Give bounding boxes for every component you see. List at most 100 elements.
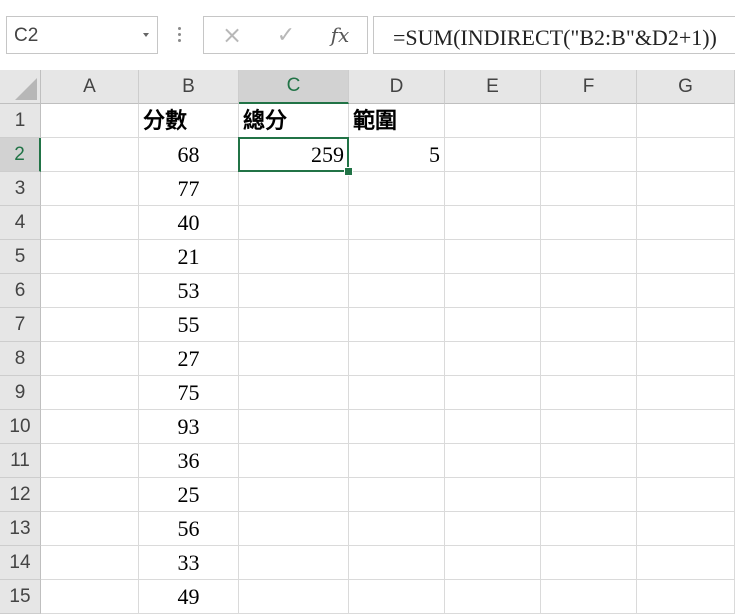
cell-e4[interactable] [445,206,541,240]
cell-f3[interactable] [541,172,637,206]
cell-f15[interactable] [541,580,637,614]
cell-c9[interactable] [239,376,349,410]
insert-function-icon[interactable]: fx [316,17,364,53]
cell-f9[interactable] [541,376,637,410]
cell-b9[interactable]: 75 [139,376,239,410]
cell-f1[interactable] [541,104,637,138]
row-header-12[interactable]: 12 [0,478,41,512]
name-box[interactable]: C2 [6,16,158,54]
select-all-button[interactable] [0,70,41,104]
cell-a15[interactable] [41,580,139,614]
cell-f7[interactable] [541,308,637,342]
cell-b7[interactable]: 55 [139,308,239,342]
row-header-15[interactable]: 15 [0,580,41,614]
cell-b10[interactable]: 93 [139,410,239,444]
column-header-a[interactable]: A [41,70,139,104]
cell-a11[interactable] [41,444,139,478]
cell-b13[interactable]: 56 [139,512,239,546]
cell-g15[interactable] [637,580,735,614]
column-header-g[interactable]: G [637,70,735,104]
row-header-8[interactable]: 8 [0,342,41,376]
cell-f14[interactable] [541,546,637,580]
cell-c5[interactable] [239,240,349,274]
cell-d2[interactable]: 5 [349,138,445,172]
enter-checkmark-icon[interactable]: ✓ [262,17,310,53]
cell-b15[interactable]: 49 [139,580,239,614]
cell-b6[interactable]: 53 [139,274,239,308]
cell-e1[interactable] [445,104,541,138]
column-header-f[interactable]: F [541,70,637,104]
cell-b14[interactable]: 33 [139,546,239,580]
cell-c7[interactable] [239,308,349,342]
cell-g7[interactable] [637,308,735,342]
cell-g6[interactable] [637,274,735,308]
cell-d4[interactable] [349,206,445,240]
cell-f5[interactable] [541,240,637,274]
cell-d6[interactable] [349,274,445,308]
cell-d5[interactable] [349,240,445,274]
cell-b2[interactable]: 68 [139,138,239,172]
cell-c2[interactable]: 259 [239,138,349,172]
row-header-4[interactable]: 4 [0,206,41,240]
cell-c3[interactable] [239,172,349,206]
name-box-dropdown-icon[interactable] [143,33,149,37]
cell-g11[interactable] [637,444,735,478]
cell-a5[interactable] [41,240,139,274]
cell-d11[interactable] [349,444,445,478]
cell-d7[interactable] [349,308,445,342]
cell-d14[interactable] [349,546,445,580]
cell-d1[interactable]: 範圍 [349,104,445,138]
row-header-7[interactable]: 7 [0,308,41,342]
cell-d10[interactable] [349,410,445,444]
cell-g10[interactable] [637,410,735,444]
row-header-5[interactable]: 5 [0,240,41,274]
cell-g3[interactable] [637,172,735,206]
cell-a3[interactable] [41,172,139,206]
cell-a1[interactable] [41,104,139,138]
cell-g5[interactable] [637,240,735,274]
cell-c4[interactable] [239,206,349,240]
cell-e7[interactable] [445,308,541,342]
cell-c10[interactable] [239,410,349,444]
cell-e9[interactable] [445,376,541,410]
cell-f12[interactable] [541,478,637,512]
cell-a12[interactable] [41,478,139,512]
cell-g12[interactable] [637,478,735,512]
cell-g2[interactable] [637,138,735,172]
cell-c15[interactable] [239,580,349,614]
cell-c8[interactable] [239,342,349,376]
cell-c1[interactable]: 總分 [239,104,349,138]
cell-a13[interactable] [41,512,139,546]
cell-a14[interactable] [41,546,139,580]
cell-g1[interactable] [637,104,735,138]
row-header-10[interactable]: 10 [0,410,41,444]
cell-g4[interactable] [637,206,735,240]
cell-c11[interactable] [239,444,349,478]
formula-input[interactable]: =SUM(INDIRECT("B2:B"&D2+1)) [373,16,735,54]
cell-b12[interactable]: 25 [139,478,239,512]
column-header-b[interactable]: B [139,70,239,104]
cell-g9[interactable] [637,376,735,410]
cell-e10[interactable] [445,410,541,444]
cell-b8[interactable]: 27 [139,342,239,376]
cell-d9[interactable] [349,376,445,410]
cell-d13[interactable] [349,512,445,546]
row-header-13[interactable]: 13 [0,512,41,546]
cell-a4[interactable] [41,206,139,240]
cell-a2[interactable] [41,138,139,172]
cell-b11[interactable]: 36 [139,444,239,478]
cell-f6[interactable] [541,274,637,308]
cell-d15[interactable] [349,580,445,614]
cell-b3[interactable]: 77 [139,172,239,206]
cell-f2[interactable] [541,138,637,172]
cell-a8[interactable] [41,342,139,376]
cell-f4[interactable] [541,206,637,240]
row-header-1[interactable]: 1 [0,104,41,138]
cell-a10[interactable] [41,410,139,444]
cell-f8[interactable] [541,342,637,376]
cell-g14[interactable] [637,546,735,580]
cell-b4[interactable]: 40 [139,206,239,240]
cell-e11[interactable] [445,444,541,478]
fill-handle[interactable] [344,167,353,176]
column-header-c[interactable]: C [239,70,349,104]
